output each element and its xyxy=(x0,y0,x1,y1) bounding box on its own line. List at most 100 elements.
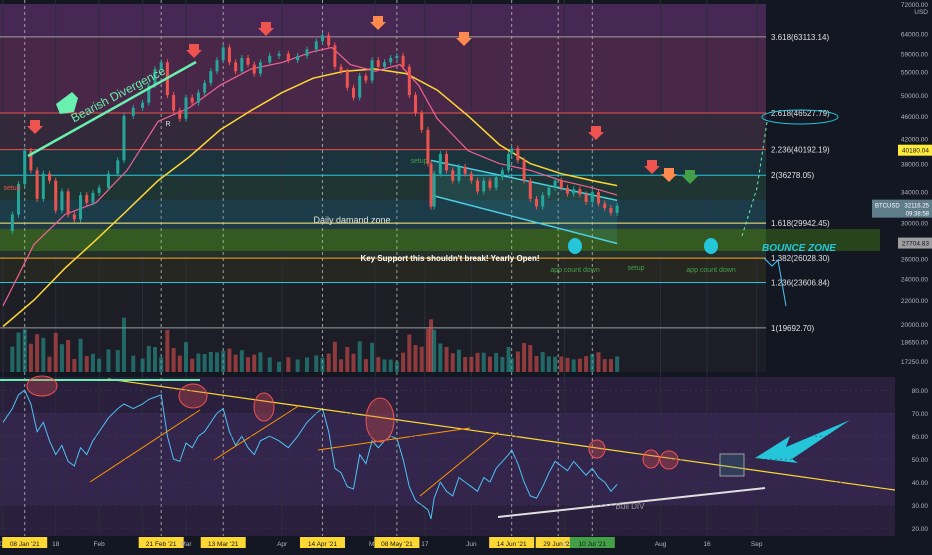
volume-bar xyxy=(357,341,362,372)
time-tick-5: 21 Feb '21 xyxy=(146,541,177,548)
candle-body xyxy=(286,53,290,61)
fib-label-4: 1.618(29942.45) xyxy=(771,219,830,228)
setup-mid-label: setup xyxy=(627,265,644,272)
volume-bar xyxy=(221,350,226,372)
candle-body xyxy=(203,82,207,93)
volume-bar xyxy=(515,351,520,372)
bull-div-label: Bull DIV xyxy=(616,502,646,511)
oscillator-tick-4: 40.00 xyxy=(912,480,929,487)
volume-bar xyxy=(47,356,52,372)
volume-bar xyxy=(277,361,282,372)
oscillator-peak-1 xyxy=(178,383,208,409)
candle-body xyxy=(240,58,244,72)
time-tick-13: Jun xyxy=(466,541,477,548)
volume-bar xyxy=(481,352,486,372)
volume-bar xyxy=(487,356,492,372)
oscillator-peak-6 xyxy=(659,450,679,470)
time-tick-6: Mar xyxy=(180,541,192,548)
volume-bar xyxy=(577,358,582,372)
candle-body xyxy=(420,113,424,130)
volume-bar xyxy=(78,338,83,372)
price-tick-12: 22000.00 xyxy=(901,298,928,305)
b-marker-label: R xyxy=(165,121,170,128)
candle-body xyxy=(106,173,110,188)
candle-body xyxy=(584,194,588,202)
volume-bar xyxy=(159,357,164,372)
candle-body xyxy=(522,160,526,181)
candle-body xyxy=(432,173,436,207)
volume-bar xyxy=(41,337,46,372)
time-tick-7: 13 Mar '21 xyxy=(208,541,239,548)
candle-body xyxy=(547,187,551,196)
volume-bar xyxy=(546,356,551,372)
candle-body xyxy=(488,180,492,188)
app-count-down-label-2: app count down xyxy=(686,267,736,274)
candle-body xyxy=(54,180,58,211)
time-tick-16: ul xyxy=(562,541,568,548)
candle-body xyxy=(445,153,449,171)
candle-body xyxy=(395,55,399,59)
time-tick-2: 18 xyxy=(52,541,60,548)
candle-body xyxy=(305,49,309,56)
volume-bar xyxy=(190,358,195,372)
fib-label-0: 3.618(63113.14) xyxy=(771,33,829,42)
candle-body xyxy=(314,41,318,50)
candle-body xyxy=(463,166,467,174)
candle-body xyxy=(578,189,582,195)
volume-bar xyxy=(382,359,387,372)
candle-body xyxy=(178,110,182,119)
candle-body xyxy=(451,170,455,181)
candle-body xyxy=(389,58,393,63)
volume-bar xyxy=(286,357,291,372)
candle-body xyxy=(534,198,538,207)
candle-body xyxy=(327,35,331,46)
volume-bar xyxy=(171,347,176,372)
candle-body xyxy=(476,180,480,192)
oscillator-peak-4 xyxy=(588,439,606,459)
oscillator-tick-6: 20.00 xyxy=(912,526,929,533)
candle-body xyxy=(277,53,281,56)
volume-bar xyxy=(339,359,344,372)
daily-demand-zone-label: Daily damand zone xyxy=(313,215,390,225)
volume-bar xyxy=(450,353,455,372)
candle-body xyxy=(590,192,594,202)
volume-bar xyxy=(320,357,325,372)
price-tick-14: 18650.00 xyxy=(901,339,928,346)
volume-bar xyxy=(584,356,589,372)
oscillator-tick-0: 80.00 xyxy=(912,388,929,395)
candle-body xyxy=(333,45,337,67)
volume-bar xyxy=(208,351,213,372)
volume-bar xyxy=(35,334,40,372)
volume-bar xyxy=(183,342,188,372)
volume-bar xyxy=(463,356,468,372)
volume-bar xyxy=(345,346,350,372)
trading-chart: 3.618(63113.14) 2.618(46527.79) 2.236(4019… xyxy=(0,0,932,550)
price-tick-11: 24000.00 xyxy=(901,276,928,283)
time-tick-15: 29 Jun '21 xyxy=(543,541,573,548)
candle-body xyxy=(401,55,405,67)
volume-bar xyxy=(571,359,576,372)
candle-body xyxy=(407,66,411,96)
volume-bar xyxy=(553,356,558,372)
volume-bar xyxy=(590,353,595,372)
price-tick-15: 17250.00 xyxy=(901,359,928,366)
candle-body xyxy=(246,58,250,65)
fib-label-7: 1(19692.70) xyxy=(771,324,814,333)
candle-body xyxy=(234,62,238,72)
candle-body xyxy=(482,180,486,192)
candle-body xyxy=(339,66,343,72)
volume-bar xyxy=(115,350,120,372)
volume-bar xyxy=(456,349,461,372)
volume-bar xyxy=(388,359,393,372)
candle-body xyxy=(572,189,576,194)
price-marker-label-level_2: 27704.83 xyxy=(902,241,929,248)
bounce-marker-1 xyxy=(704,238,718,254)
candle-body xyxy=(85,195,89,203)
candle-body xyxy=(414,95,418,114)
candle-body xyxy=(541,195,545,207)
last-price-value: 32116.25 xyxy=(904,204,929,210)
last-price-symbol: BTCUSD xyxy=(875,204,900,210)
volume-bar xyxy=(602,359,607,372)
candle-body xyxy=(429,163,433,207)
oscillator-tick-3: 50.00 xyxy=(912,457,929,464)
